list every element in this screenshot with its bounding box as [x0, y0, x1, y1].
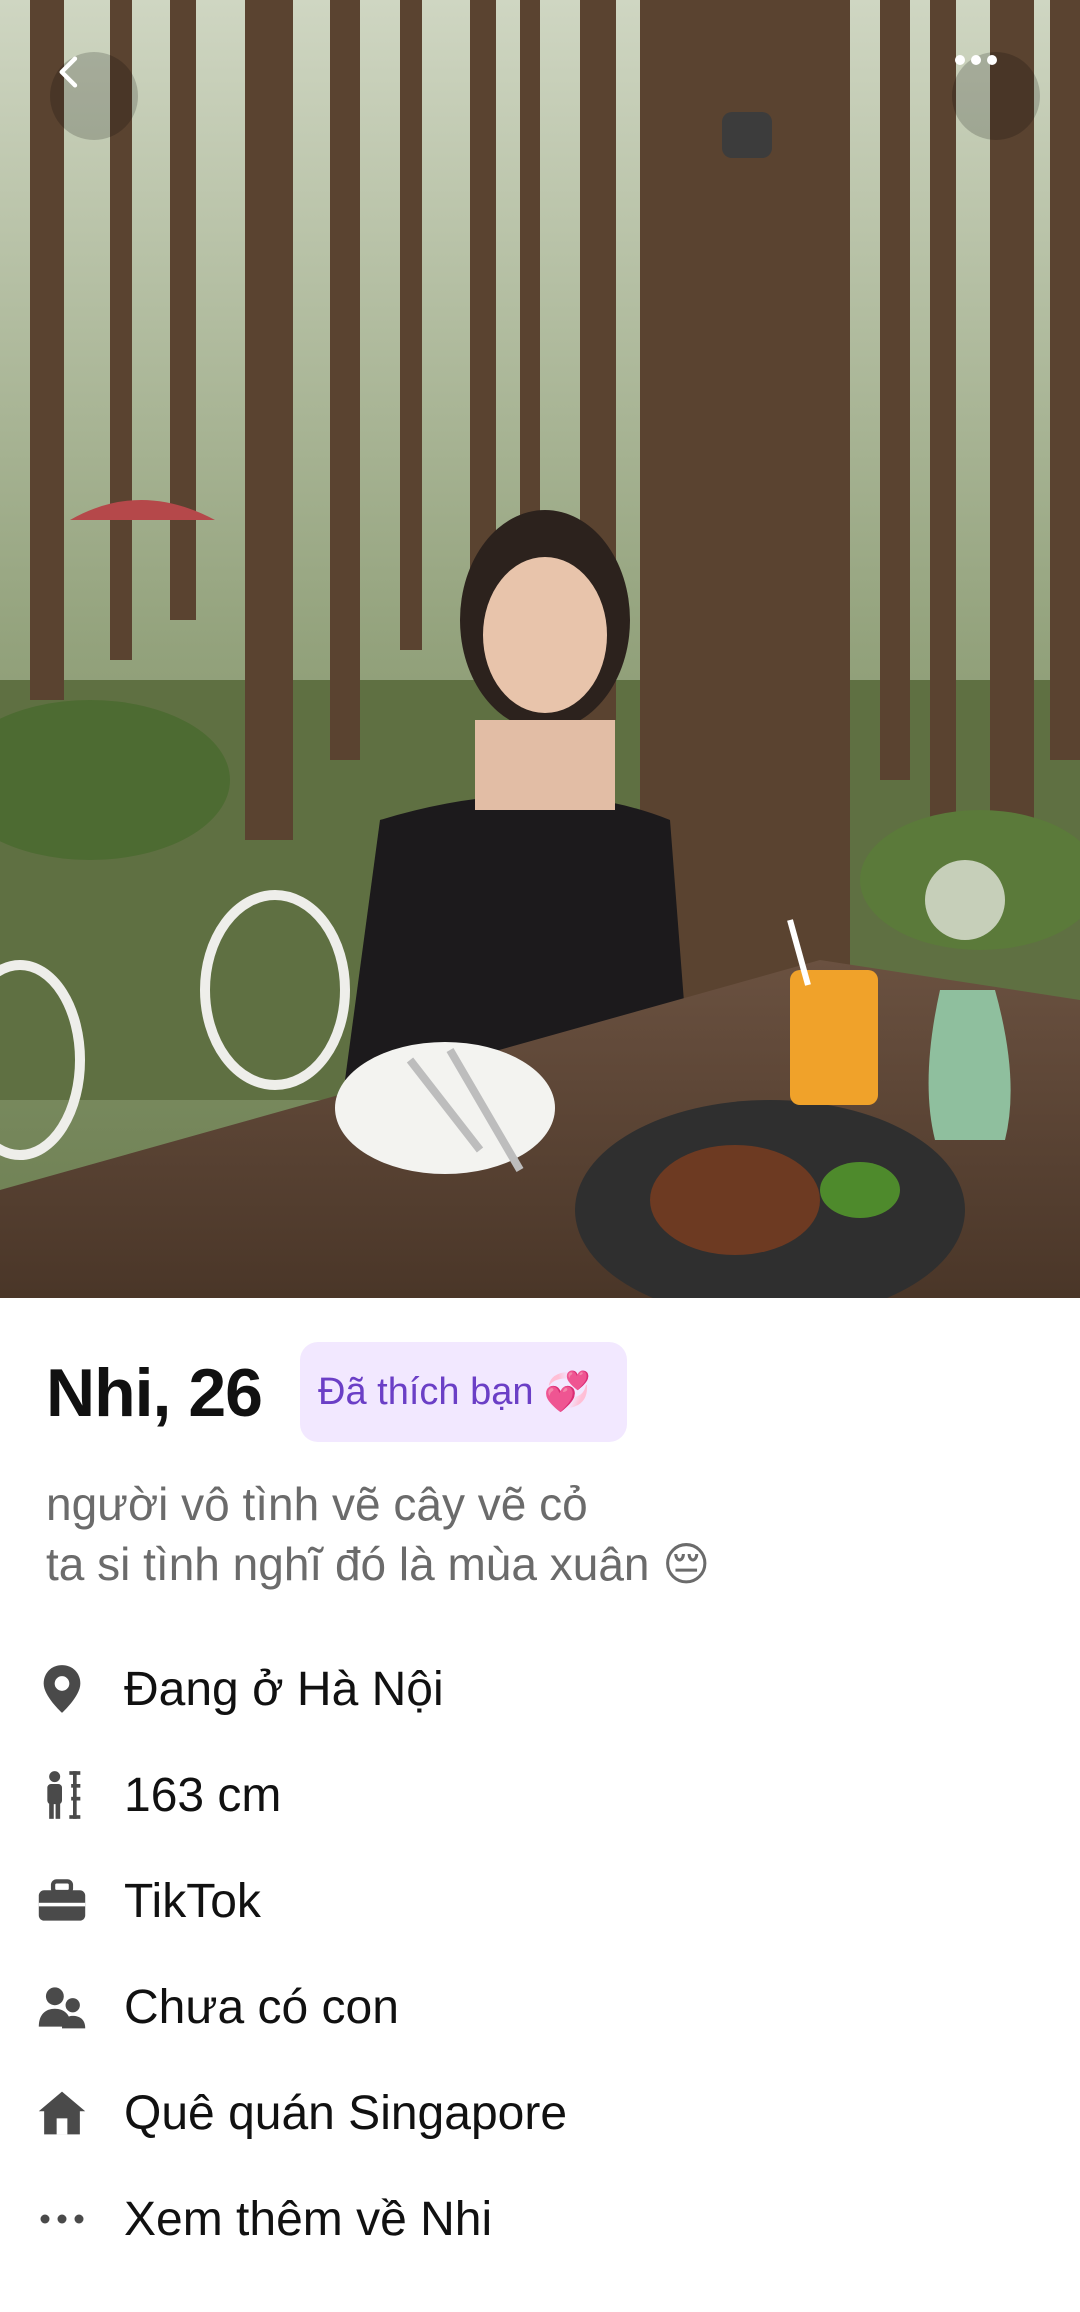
info-label: TikTok: [124, 1874, 261, 1928]
home-icon: [36, 2087, 88, 2139]
profile-photo[interactable]: [0, 0, 1080, 1298]
profile-details: Nhi, 26 Đã thích bạn 💞 người vô tình vẽ …: [0, 1298, 1080, 2312]
more-horizontal-icon: [955, 55, 997, 65]
see-more-row[interactable]: Xem thêm về Nhi: [0, 2166, 1080, 2272]
height-icon: [36, 1769, 88, 1821]
info-label: Chưa có con: [124, 1980, 399, 2034]
profile-bio: người vô tình vẽ cây vẽ cỏ ta si tình ng…: [46, 1474, 1046, 1594]
bio-line-2: ta si tình nghĩ đó là mùa xuân 😔: [46, 1538, 711, 1590]
back-button[interactable]: [50, 52, 138, 140]
chevron-left-icon: [59, 56, 78, 88]
heart-emoji: 💞: [543, 1371, 591, 1413]
photo-illustration: [0, 0, 1080, 1298]
more-icon: [36, 2193, 88, 2245]
bio-line-1: người vô tình vẽ cây vẽ cỏ: [46, 1478, 588, 1530]
info-label: Đang ở Hà Nội: [124, 1662, 444, 1716]
info-label: Quê quán Singapore: [124, 2086, 568, 2140]
people-icon: [36, 1981, 88, 2033]
info-label: 163 cm: [124, 1768, 282, 1822]
see-more-label[interactable]: Xem thêm về Nhi: [124, 2192, 492, 2247]
liked-badge-label: Đã thích bạn: [318, 1370, 534, 1413]
profile-info-list: Đang ở Hà Nội 163 cm TikTok Chưa có con …: [0, 1636, 1080, 2272]
info-row-hometown: Quê quán Singapore: [0, 2060, 1080, 2166]
more-options-button[interactable]: [952, 52, 1040, 140]
info-row-height: 163 cm: [0, 1742, 1080, 1848]
info-row-work: TikTok: [0, 1848, 1080, 1954]
liked-you-badge: Đã thích bạn 💞: [300, 1342, 627, 1442]
briefcase-icon: [36, 1875, 88, 1927]
profile-name-age: Nhi, 26: [46, 1355, 263, 1431]
info-row-location: Đang ở Hà Nội: [0, 1636, 1080, 1742]
location-pin-icon: [36, 1663, 88, 1715]
info-row-children: Chưa có con: [0, 1954, 1080, 2060]
